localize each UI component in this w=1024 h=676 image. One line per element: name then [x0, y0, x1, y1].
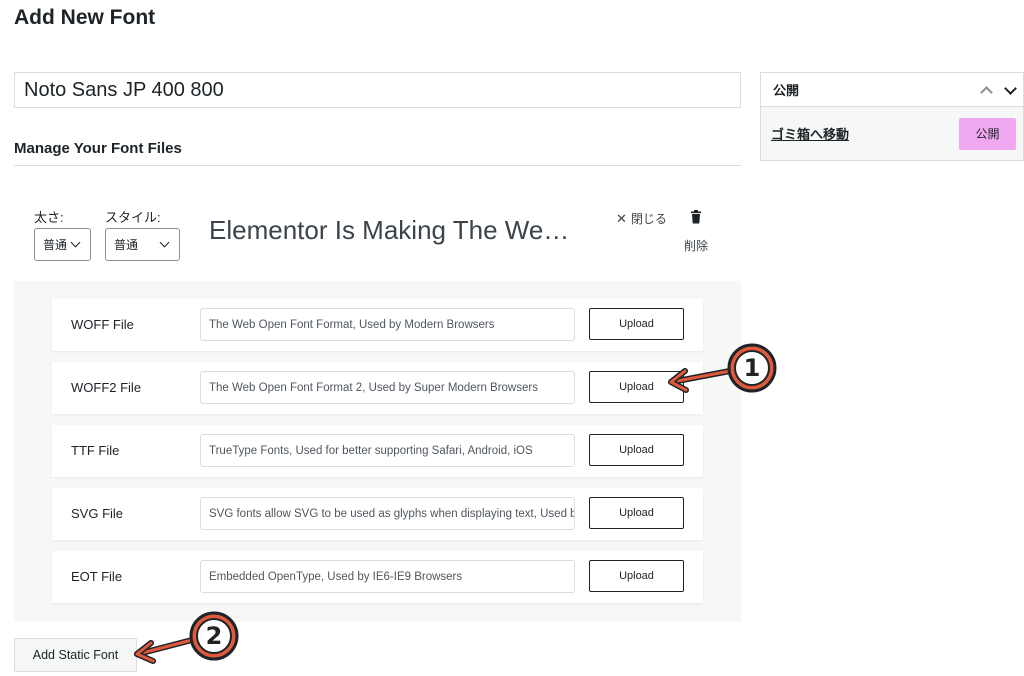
- annotation-number-two: 2: [206, 622, 223, 650]
- delete-label: 削除: [683, 239, 708, 253]
- file-url-input[interactable]: Embedded OpenType, Used by IE6-IE9 Brows…: [200, 560, 575, 593]
- publish-box-title: 公開: [773, 83, 800, 98]
- file-row-eot: EOT File Embedded OpenType, Used by IE6-…: [52, 551, 703, 603]
- close-label: 閉じる: [630, 212, 667, 226]
- chevron-down-icon: [70, 237, 81, 248]
- annotation-number-one: 1: [744, 354, 761, 382]
- weight-select[interactable]: 普通: [34, 228, 91, 261]
- upload-button[interactable]: Upload: [589, 434, 684, 466]
- file-type-label: TTF File: [71, 443, 120, 458]
- weight-label: 太さ:: [34, 210, 64, 225]
- font-files-panel: WOFF File The Web Open Font Format, Used…: [14, 281, 741, 622]
- close-variation-link[interactable]: ✕ 閉じる: [616, 210, 667, 227]
- upload-button[interactable]: Upload: [589, 308, 684, 340]
- page-title: Add New Font: [14, 6, 156, 29]
- font-preview-text: Elementor Is Making The Web Beautiful: [209, 215, 579, 245]
- font-title-input[interactable]: [14, 72, 741, 108]
- file-type-label: WOFF2 File: [71, 380, 142, 395]
- file-url-input[interactable]: The Web Open Font Format 2, Used by Supe…: [200, 371, 575, 404]
- publish-box-body: ゴミ箱へ移動 公開: [761, 107, 1023, 160]
- file-url-input[interactable]: The Web Open Font Format, Used by Modern…: [200, 308, 575, 341]
- publish-box: 公開 ゴミ箱へ移動 公開: [760, 72, 1024, 161]
- style-select[interactable]: 普通: [105, 228, 180, 261]
- file-row-woff: WOFF File The Web Open Font Format, Used…: [52, 299, 703, 351]
- file-row-ttf: TTF File TrueType Fonts, Used for better…: [52, 425, 703, 477]
- section-divider: [14, 165, 741, 166]
- trash-icon: [691, 210, 701, 224]
- close-icon: ✕: [616, 210, 627, 226]
- weight-select-value: 普通: [43, 238, 68, 252]
- file-row-woff2: WOFF2 File The Web Open Font Format 2, U…: [52, 362, 703, 414]
- chevron-down-icon: [159, 237, 170, 248]
- file-type-label: SVG File: [71, 506, 124, 521]
- file-url-input[interactable]: TrueType Fonts, Used for better supporti…: [200, 434, 575, 467]
- section-heading: Manage Your Font Files: [14, 140, 182, 157]
- style-select-value: 普通: [114, 238, 139, 252]
- style-label: スタイル:: [105, 210, 161, 225]
- upload-button[interactable]: Upload: [589, 371, 684, 403]
- upload-button[interactable]: Upload: [589, 560, 684, 592]
- add-static-font-button[interactable]: Add Static Font: [14, 638, 137, 672]
- upload-button[interactable]: Upload: [589, 497, 684, 529]
- publish-button[interactable]: 公開: [959, 117, 1016, 150]
- publish-box-header: 公開: [761, 73, 1023, 107]
- move-up-icon[interactable]: [977, 81, 995, 99]
- move-down-icon[interactable]: [1001, 81, 1019, 99]
- delete-variation-button[interactable]: 削除: [676, 210, 716, 254]
- file-type-label: WOFF File: [71, 317, 134, 332]
- move-to-trash-link[interactable]: ゴミ箱へ移動: [771, 124, 849, 143]
- file-type-label: EOT File: [71, 569, 123, 584]
- file-url-input[interactable]: SVG fonts allow SVG to be used as glyphs…: [200, 497, 575, 530]
- file-row-svg: SVG File SVG fonts allow SVG to be used …: [52, 488, 703, 540]
